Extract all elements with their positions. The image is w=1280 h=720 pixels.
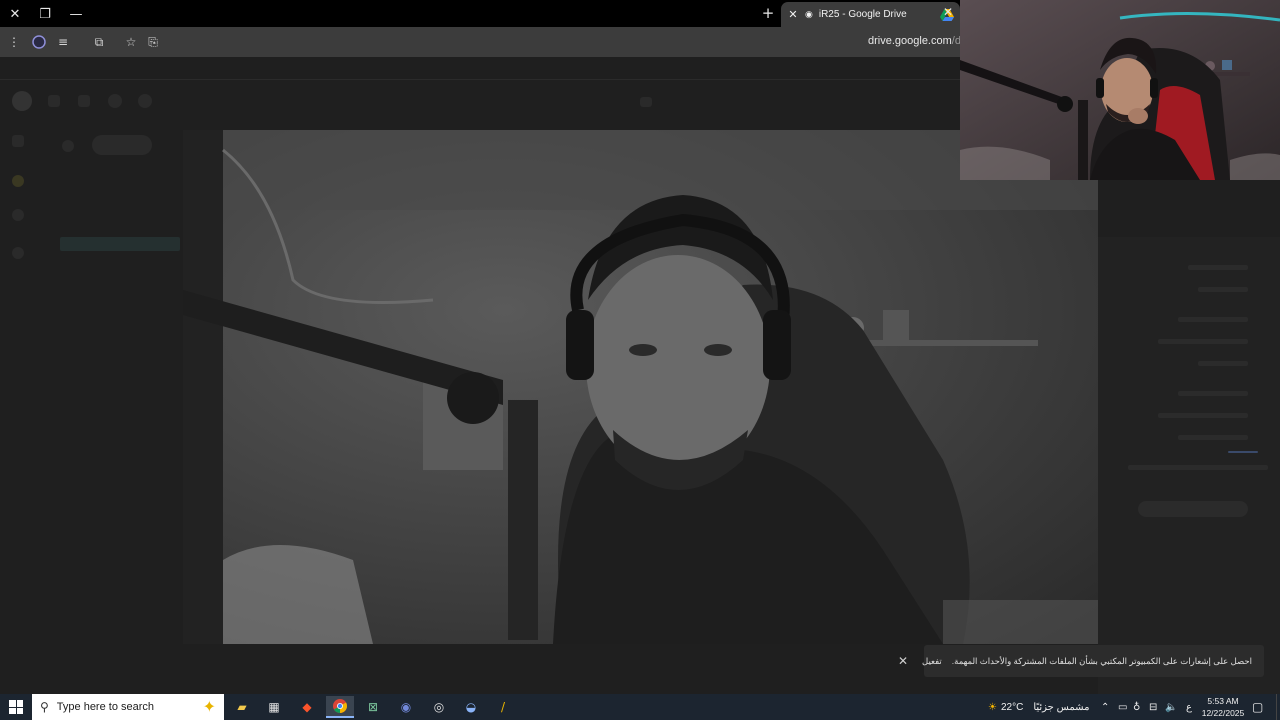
gemini-icon [78, 95, 90, 107]
storage-text [1128, 465, 1268, 470]
taskbar-search-box[interactable]: ⚲ Type here to search ✦ [32, 694, 224, 720]
weather-widget[interactable]: ☀ 22°C مشمس جزئيًا [988, 694, 1089, 720]
show-desktop-button[interactable] [1276, 694, 1280, 720]
window-close-icon[interactable]: ✕ [943, 5, 953, 19]
search-highlight-icon: ✦ [202, 697, 216, 716]
contacts-icon [12, 247, 24, 259]
clock-time: 5:53 AM [1207, 696, 1239, 706]
browser-toolbar: ⋮ ≡ ⧉ ☆ ⎘ drive.google.com/drive [0, 27, 960, 57]
tab-search-icon[interactable]: ⎘ [144, 33, 162, 51]
selected-row [60, 237, 180, 251]
desktop-notifications-banner: احصل على إشعارات على الكمبيوتر المكتبي ب… [898, 645, 1264, 677]
discord-icon[interactable]: ◉ [392, 696, 420, 718]
search-icon: ⚲ [40, 700, 49, 714]
steam-icon[interactable]: ◒ [457, 696, 485, 718]
browser-tab-bar: ✕ ❐ — + ✕ ◉ iR25 - Google Drive ✕ [0, 0, 960, 27]
volume-icon[interactable]: 🔈 [1165, 694, 1177, 720]
store-icon[interactable]: ▦ [260, 696, 288, 718]
battery-icon[interactable]: ▭ [1118, 694, 1127, 720]
chrome-icon[interactable] [326, 696, 354, 718]
tab-title: iR25 - Google Drive [818, 9, 907, 20]
restore-window-icon[interactable]: ❐ [35, 4, 55, 24]
minimize-window-icon[interactable]: — [66, 4, 86, 24]
nav-line [1198, 361, 1248, 366]
storage-bar [1228, 451, 1258, 453]
nav-line [1178, 317, 1248, 322]
filter-icon [640, 97, 652, 107]
webcam-overlay [960, 0, 1280, 180]
xbox-icon[interactable]: ⊠ [359, 696, 387, 718]
settings-icon [108, 94, 122, 108]
new-tab-icon[interactable]: + [760, 5, 776, 21]
video-frame [183, 130, 1098, 644]
windows-taskbar: ⚲ Type here to search ✦ ▰ ▦ ◆ ⊠ ◉ ◎ ◒ / … [0, 694, 1280, 720]
webcam-frame [960, 0, 1280, 180]
network-icon[interactable]: ⊟ [1149, 694, 1157, 720]
media-icon[interactable]: ≡ [54, 33, 72, 51]
account-icon [12, 91, 32, 111]
apps-icon [48, 95, 60, 107]
url-path: /drive [951, 35, 960, 47]
nav-line [1158, 339, 1248, 344]
weather-temp: 22°C [1000, 701, 1024, 713]
windows-start-icon[interactable] [9, 700, 23, 714]
weather-desc: مشمس جزئيًا [1033, 701, 1090, 713]
mic-icon[interactable]: ♁ [1133, 694, 1140, 720]
search-placeholder: Type here to search [56, 701, 155, 713]
drive-nav-dimmed [1098, 237, 1280, 707]
nav-line [1178, 391, 1248, 396]
profile-icon[interactable] [30, 33, 48, 51]
notification-text: احصل على إشعارات على الكمبيوتر المكتبي ب… [951, 655, 1252, 666]
clock[interactable]: 5:53 AM 12/22/2025 [1198, 695, 1248, 719]
file-explorer-icon[interactable]: ▰ [228, 696, 256, 718]
cast-icon: ◉ [805, 9, 813, 19]
storage-button [1138, 501, 1248, 517]
nav-line [1158, 413, 1248, 418]
keep-icon [12, 175, 24, 187]
obs-icon[interactable]: ◎ [425, 696, 453, 718]
url-domain: drive.google.com [868, 35, 952, 47]
brave-icon[interactable]: ◆ [293, 696, 321, 718]
input-language[interactable]: ع [1186, 694, 1192, 720]
nav-line [1198, 287, 1248, 292]
tab-google-drive[interactable]: ✕ ◉ iR25 - Google Drive [781, 2, 960, 27]
nav-line [1178, 435, 1248, 440]
close-icon[interactable]: ✕ [898, 654, 908, 668]
info-icon [12, 135, 24, 147]
tasks-icon [12, 209, 24, 221]
view-toggle [92, 135, 152, 155]
help-icon [138, 94, 152, 108]
app-icon[interactable]: / [489, 696, 517, 718]
enable-notifications-button[interactable]: تفعيل [922, 656, 942, 667]
extensions-icon[interactable]: ⧉ [90, 33, 108, 51]
tab-close-icon[interactable]: ✕ [787, 8, 799, 21]
menu-icon[interactable]: ⋮ [5, 33, 23, 51]
star-icon[interactable]: ☆ [122, 33, 140, 51]
close-window-icon[interactable]: ✕ [5, 4, 25, 24]
clock-date: 12/22/2025 [1201, 708, 1245, 718]
address-bar[interactable]: drive.google.com/drive [868, 35, 960, 47]
nav-line [1188, 265, 1248, 270]
video-player[interactable] [183, 130, 1098, 644]
weather-icon: ☀ [988, 701, 997, 713]
chevron-up-icon[interactable]: ⌃ [1101, 694, 1109, 720]
notification-icon[interactable]: ▢ [1252, 694, 1263, 720]
clock-icon [62, 140, 74, 152]
